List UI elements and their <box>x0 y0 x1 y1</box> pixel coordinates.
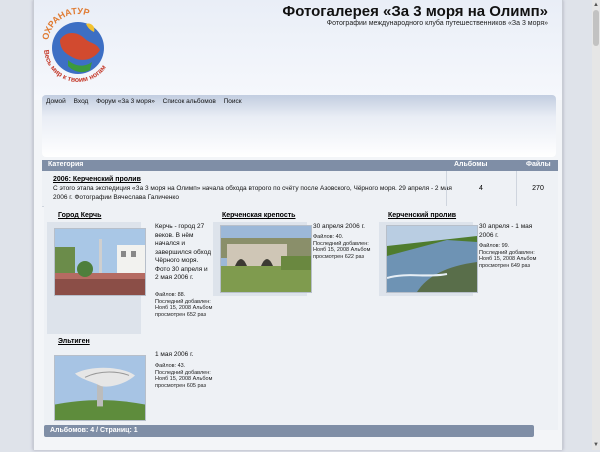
album-title-link[interactable]: Керченский пролив <box>388 212 456 219</box>
album-description: 30 апреля 2006 г. <box>313 223 365 230</box>
album-title-link[interactable]: Эльтиген <box>58 338 90 345</box>
category-table-header: Категория Альбомы Файлы <box>42 160 558 171</box>
category-title-link[interactable]: 2006: Керченский пролив <box>53 176 141 183</box>
scrollbar-thumb[interactable] <box>593 10 599 46</box>
site-subtitle: Фотографии международного клуба путешест… <box>326 20 548 27</box>
album-description: 30 апреля - 1 мая 2006 г. <box>479 223 533 239</box>
arrow-up-icon[interactable]: ▲ <box>593 2 599 8</box>
nav-bar: Домой Вход Форум «За 3 моря» Список альб… <box>42 95 556 157</box>
vertical-scrollbar[interactable]: ▲ ▼ <box>592 0 600 450</box>
albums-summary: Альбомов: 4 / Страниц: 1 <box>50 427 138 434</box>
category-row: 2006: Керченский пролив С этого этапа эк… <box>42 171 558 207</box>
album-thumbnail[interactable] <box>54 228 146 296</box>
header: ОХРАНАТУР Весь мир к твоим ногам Фотогал… <box>34 0 562 100</box>
column-divider <box>516 171 517 206</box>
category-description: С этого этапа экспедиция «За 3 моря на О… <box>53 185 452 201</box>
album-thumbnail[interactable] <box>220 225 312 293</box>
albums-grid: Город Керчь Керчь - город 27 веков. В нё… <box>44 206 558 430</box>
nav-forum-link[interactable]: Форум «За 3 моря» <box>96 98 155 105</box>
album-card: Керченская крепость 30 апреля 2006 г. Фа… <box>210 206 376 326</box>
page-frame: ОХРАНАТУР Весь мир к твоим ногам Фотогал… <box>33 0 563 450</box>
category-album-count: 4 <box>479 185 483 192</box>
album-description: Керчь - город 27 веков. В нём начался и … <box>155 223 211 281</box>
album-card: Керченский пролив 30 апреля - 1 мая 2006… <box>376 206 542 326</box>
album-description: 1 мая 2006 г. <box>155 351 194 358</box>
category-file-count: 270 <box>532 185 544 192</box>
album-thumbnail[interactable] <box>386 225 478 293</box>
club-logo[interactable]: ОХРАНАТУР Весь мир к твоим ногам <box>38 2 118 92</box>
column-header-albums: Альбомы <box>454 161 488 168</box>
album-title-link[interactable]: Керченская крепость <box>222 212 295 219</box>
arrow-down-icon[interactable]: ▼ <box>593 442 599 448</box>
column-header-category: Категория <box>48 161 84 168</box>
nav-home-link[interactable]: Домой <box>46 98 66 105</box>
album-stats: Файлов: 43. Последний добавлен: Нояб 15,… <box>155 363 213 389</box>
album-card: Город Керчь Керчь - город 27 веков. В нё… <box>44 206 213 334</box>
nav-search-link[interactable]: Поиск <box>224 98 242 105</box>
nav-album-list-link[interactable]: Список альбомов <box>163 98 216 105</box>
albums-pagination-bar: Альбомов: 4 / Страниц: 1 <box>44 425 534 437</box>
album-stats: Файлов: 88. Последний добавлен: Нояб 15,… <box>155 292 213 318</box>
nav-links: Домой Вход Форум «За 3 моря» Список альб… <box>46 98 248 105</box>
album-stats: Файлов: 40. Последний добавлен: Нояб 15,… <box>313 234 371 260</box>
column-header-files: Файлы <box>526 161 551 168</box>
nav-login-link[interactable]: Вход <box>74 98 89 105</box>
album-stats: Файлов: 99. Последний добавлен: Нояб 15,… <box>479 243 537 269</box>
site-title: Фотогалерея «За 3 моря на Олимп» <box>282 3 548 20</box>
album-title-link[interactable]: Город Керчь <box>58 212 101 219</box>
album-thumbnail[interactable] <box>54 355 146 421</box>
